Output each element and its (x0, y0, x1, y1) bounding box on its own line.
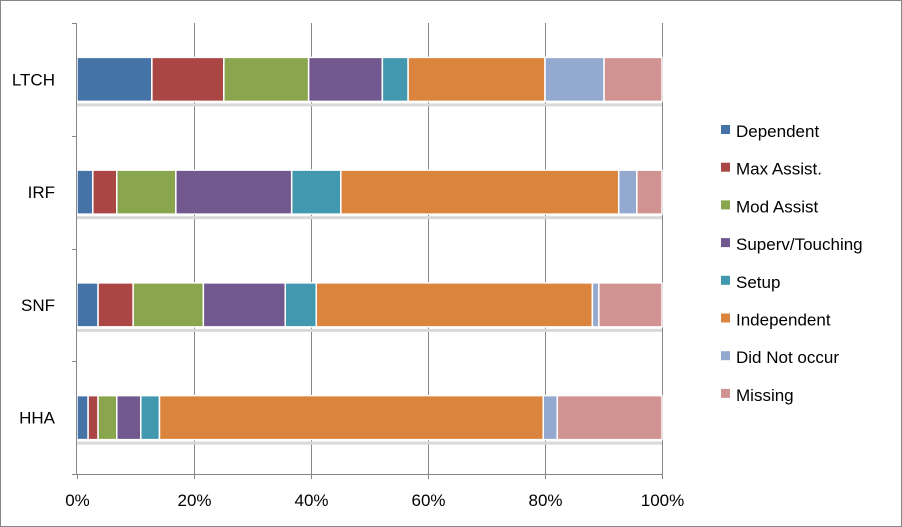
bar-segment (202, 282, 287, 328)
bar-segment (132, 282, 205, 328)
legend-swatch (721, 125, 730, 134)
legend-label: Superv/Touching (736, 235, 863, 254)
bar-segment (76, 394, 89, 441)
x-tick-labels: 0% 20% 40% 60% 80% 100% (65, 491, 684, 510)
bar-segment (223, 56, 310, 103)
x-tick-label: 60% (411, 491, 445, 510)
legend-swatch (721, 200, 730, 210)
bar-segment (151, 56, 225, 103)
bar-segment (603, 56, 663, 103)
bar-segment (87, 394, 99, 441)
bar-segment (617, 169, 638, 215)
bar-shadow (77, 441, 662, 445)
legend-label: Independent (736, 311, 831, 330)
bar-segment (76, 56, 153, 103)
bar-segment (140, 394, 161, 441)
legend-swatch (721, 351, 730, 361)
bar-segment (636, 169, 663, 215)
legend-item: Did Not occur (721, 348, 839, 367)
x-tick-label: 20% (177, 491, 211, 510)
x-tick-label: 80% (528, 491, 562, 510)
category-label: SNF (21, 296, 55, 315)
legend-label: Did Not occur (736, 348, 839, 367)
bar-segment (76, 282, 99, 328)
x-tick-label: 0% (65, 491, 90, 510)
legend-item: Superv/Touching (721, 235, 863, 254)
bar-segment (116, 394, 142, 441)
bar-segment (307, 56, 384, 103)
bar-segment (97, 282, 134, 328)
legend-item: Max Assist. (721, 160, 822, 179)
legend-swatch (721, 162, 730, 172)
bar-segment (290, 169, 342, 215)
legend-item: Independent (721, 311, 831, 330)
bar-shadow (77, 103, 662, 107)
legend-item: Setup (721, 273, 780, 292)
bar-segment (92, 169, 118, 215)
legend: Dependent Max Assist. Mod Assist Superv/Tou… (721, 122, 863, 405)
stacked-bar-chart: LTCH IRF SNF HHA 0% 20% 40% 60% 80% 100% Depende… (12, 23, 863, 510)
legend-item: Dependent (721, 122, 819, 141)
bar-segment (381, 56, 409, 103)
bar-segment (556, 394, 663, 441)
bar-segment (407, 56, 546, 103)
category-label: HHA (19, 409, 56, 428)
bar-segment (116, 169, 177, 215)
bar-segment (76, 169, 94, 215)
legend-label: Missing (736, 386, 794, 405)
category-label: LTCH (12, 70, 55, 89)
category-label: IRF (28, 183, 55, 202)
legend-label: Max Assist. (736, 160, 822, 179)
bar-segment (284, 282, 318, 328)
bars (76, 56, 663, 445)
bar-segment (542, 394, 559, 441)
legend-item: Missing (721, 386, 794, 405)
bar-segment (158, 394, 544, 441)
legend-swatch (721, 313, 730, 323)
legend-swatch (721, 238, 730, 248)
bar-segment (591, 282, 600, 328)
legend-item: Mod Assist (721, 197, 818, 216)
bar-segment (544, 56, 605, 103)
legend-label: Dependent (736, 122, 819, 141)
bar-shadow (77, 216, 662, 220)
bar-segment (97, 394, 118, 441)
bar-shadow (77, 328, 662, 332)
legend-label: Mod Assist (736, 197, 818, 216)
x-tick-label: 40% (294, 491, 328, 510)
bar-segment (175, 169, 293, 215)
category-labels: LTCH IRF SNF HHA (12, 70, 56, 427)
bar-segment (598, 282, 663, 328)
legend-swatch (721, 275, 730, 285)
bar-segment (340, 169, 620, 215)
x-tick-label: 100% (641, 491, 684, 510)
legend-swatch (721, 388, 730, 398)
legend-label: Setup (736, 273, 780, 292)
bar-segment (315, 282, 594, 328)
